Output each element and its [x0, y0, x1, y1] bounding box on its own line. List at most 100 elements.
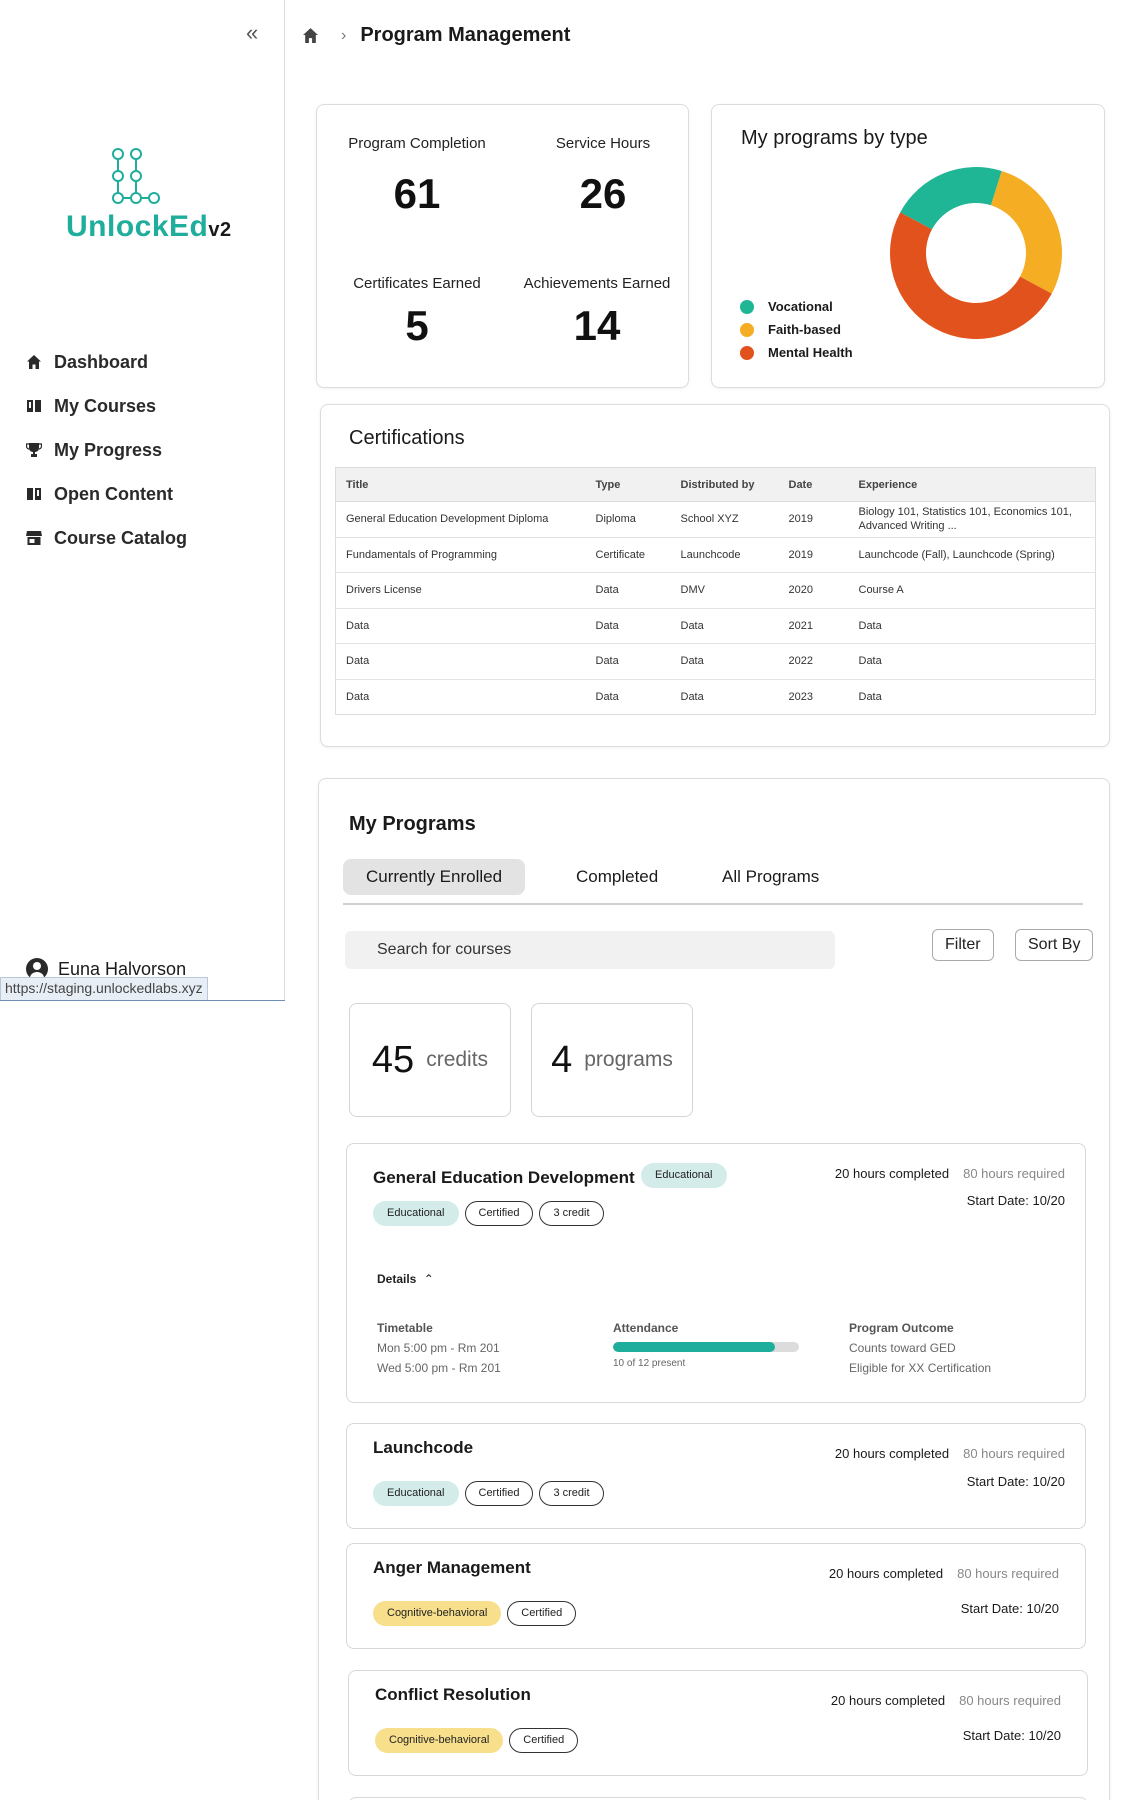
- my-programs-card: My Programs Currently Enrolled Completed…: [318, 778, 1110, 1800]
- table-cell: Drivers License: [335, 572, 586, 609]
- chart-title: My programs by type: [741, 127, 928, 149]
- table-cell: Data: [335, 643, 586, 680]
- logo: UnlockEdv2: [66, 148, 236, 248]
- tag-pill: Cognitive-behavioral: [373, 1601, 502, 1626]
- table-row[interactable]: Data Data Data 2023 Data: [336, 679, 1096, 715]
- nav-label: My Courses: [54, 395, 157, 416]
- home-icon[interactable]: [302, 27, 319, 44]
- stat-label: Program Completion: [348, 135, 486, 152]
- legend-item: Faith-based: [740, 318, 853, 341]
- tag-pill: Cognitive-behavioral: [375, 1728, 504, 1753]
- tag-list: Educational Certified 3 credit: [373, 1481, 610, 1506]
- book-open-icon: [24, 484, 44, 504]
- breadcrumb: › Program Management: [302, 24, 570, 47]
- programs-count-unit: programs: [584, 1048, 673, 1071]
- tag-pill: 3 credit: [539, 1481, 604, 1506]
- section-title: My Programs: [349, 813, 476, 835]
- column-header[interactable]: Title: [335, 467, 586, 502]
- column-header[interactable]: Date: [778, 467, 849, 502]
- status-url: https://staging.unlockedlabs.xyz: [0, 977, 208, 1001]
- program-card[interactable]: Anger Management 20 hours completed 80 ho…: [346, 1543, 1086, 1649]
- table-cell: Fundamentals of Programming: [335, 537, 586, 573]
- program-name: Conflict Resolution: [375, 1685, 531, 1704]
- attendance-label: Attendance: [613, 1321, 679, 1335]
- hours-completed: 20 hours completed: [828, 1566, 944, 1581]
- table-cell: Launchcode: [670, 537, 779, 573]
- tag-pill: Certified: [507, 1601, 577, 1626]
- tag-pill: 3 credit: [539, 1201, 604, 1226]
- tag-pill: Certified: [464, 1201, 534, 1226]
- donut-slice-faith-based: [990, 170, 1062, 294]
- table-cell: Launchcode (Fall), Launchcode (Spring): [848, 537, 1096, 573]
- nav-dashboard[interactable]: Dashboard: [24, 340, 187, 384]
- program-card[interactable]: Conflict Resolution 20 hours completed 80…: [348, 1670, 1088, 1776]
- table-cell: Data: [670, 643, 779, 680]
- trophy-icon: [24, 440, 44, 460]
- nav-my-courses[interactable]: My Courses: [24, 384, 187, 428]
- collapse-sidebar-icon[interactable]: «: [246, 22, 258, 44]
- stat-certificates: Certificates Earned 5: [327, 275, 507, 350]
- table-row[interactable]: Drivers License Data DMV 2020 Course A: [335, 572, 1096, 609]
- start-date: Start Date: 10/20: [966, 1193, 1065, 1208]
- tab-all-programs[interactable]: All Programs: [699, 859, 842, 895]
- program-card[interactable]: Launchcode 20 hours completed 80 hours re…: [346, 1423, 1086, 1529]
- legend-swatch: [740, 345, 754, 360]
- tab-currently-enrolled[interactable]: Currently Enrolled: [343, 859, 526, 895]
- column-header[interactable]: Experience: [848, 467, 1096, 502]
- hours-required: 80 hours required: [957, 1566, 1059, 1581]
- nav-course-catalog[interactable]: Course Catalog: [24, 516, 187, 560]
- timetable-entry: Wed 5:00 pm - Rm 201: [377, 1361, 501, 1375]
- program-name: General Education Development: [373, 1168, 635, 1187]
- nav-my-progress[interactable]: My Progress: [24, 428, 187, 472]
- section-title: Certifications: [349, 427, 465, 449]
- nav-label: Open Content: [54, 483, 173, 504]
- tag-pill: Certified: [464, 1481, 534, 1506]
- logo-text: UnlockEdv2: [66, 210, 232, 243]
- tag-list: Cognitive-behavioral Certified: [373, 1601, 582, 1626]
- table-row[interactable]: General Education Development Diploma Di…: [335, 501, 1096, 538]
- hours-completed: 20 hours completed: [834, 1166, 950, 1181]
- nav-open-content[interactable]: Open Content: [24, 472, 187, 516]
- timetable-label: Timetable: [377, 1321, 433, 1335]
- hours-required: 80 hours required: [963, 1446, 1065, 1461]
- table-cell: Data: [670, 608, 779, 644]
- timetable: Timetable Mon 5:00 pm - Rm 201 Wed 5:00 …: [377, 1318, 501, 1378]
- tag-pill: Educational: [373, 1201, 459, 1226]
- program-tabs: Currently Enrolled Completed All Program…: [343, 859, 1083, 905]
- outcome-entry: Counts toward GED: [849, 1341, 956, 1355]
- table-cell: Data: [680, 690, 704, 703]
- search-input[interactable]: [345, 931, 835, 969]
- column-header[interactable]: Type: [585, 467, 671, 502]
- table-cell: Biology 101, Statistics 101, Economics 1…: [848, 501, 1096, 538]
- stat-value: 5: [405, 302, 429, 349]
- legend-item: Vocational: [740, 295, 853, 318]
- outcome-label: Program Outcome: [849, 1321, 954, 1335]
- program-name: Launchcode: [373, 1438, 474, 1457]
- program-outcome: Program Outcome Counts toward GED Eligib…: [849, 1318, 991, 1378]
- credits-summary: 45 credits: [349, 1003, 511, 1117]
- chart-legend: Vocational Faith-based Mental Health: [740, 295, 853, 364]
- column-header[interactable]: Distributed by: [670, 467, 779, 502]
- program-card[interactable]: General Education Development Educationa…: [346, 1143, 1086, 1403]
- nav-label: Course Catalog: [54, 527, 188, 548]
- filter-button[interactable]: Filter: [932, 929, 994, 961]
- tag-pill: Certified: [509, 1728, 579, 1753]
- attendance-progress-bar: [613, 1342, 799, 1352]
- stat-program-completion: Program Completion 61: [337, 135, 497, 218]
- table-cell: 2023: [788, 690, 813, 703]
- sidebar-nav: Dashboard My Courses My Progress Open Co…: [24, 340, 187, 560]
- program-type-badge: Educational: [641, 1163, 727, 1188]
- details-toggle[interactable]: Details ⌃: [377, 1272, 434, 1286]
- tab-completed[interactable]: Completed: [553, 859, 681, 895]
- book-icon: [24, 396, 44, 416]
- tag-pill: Educational: [373, 1481, 459, 1506]
- nav-label: My Progress: [54, 439, 163, 460]
- table-row[interactable]: Data Data Data 2022 Data: [335, 643, 1096, 680]
- hours-completed: 20 hours completed: [830, 1693, 946, 1708]
- start-date: Start Date: 10/20: [966, 1474, 1065, 1489]
- logo-mark-icon: [112, 148, 160, 204]
- sort-by-button[interactable]: Sort By: [1015, 929, 1094, 961]
- table-row[interactable]: Fundamentals of Programming Certificate …: [335, 537, 1096, 573]
- certifications-table: Title Type Distributed by Date Experienc…: [335, 467, 1096, 715]
- table-row[interactable]: Data Data Data 2021 Data: [335, 608, 1096, 644]
